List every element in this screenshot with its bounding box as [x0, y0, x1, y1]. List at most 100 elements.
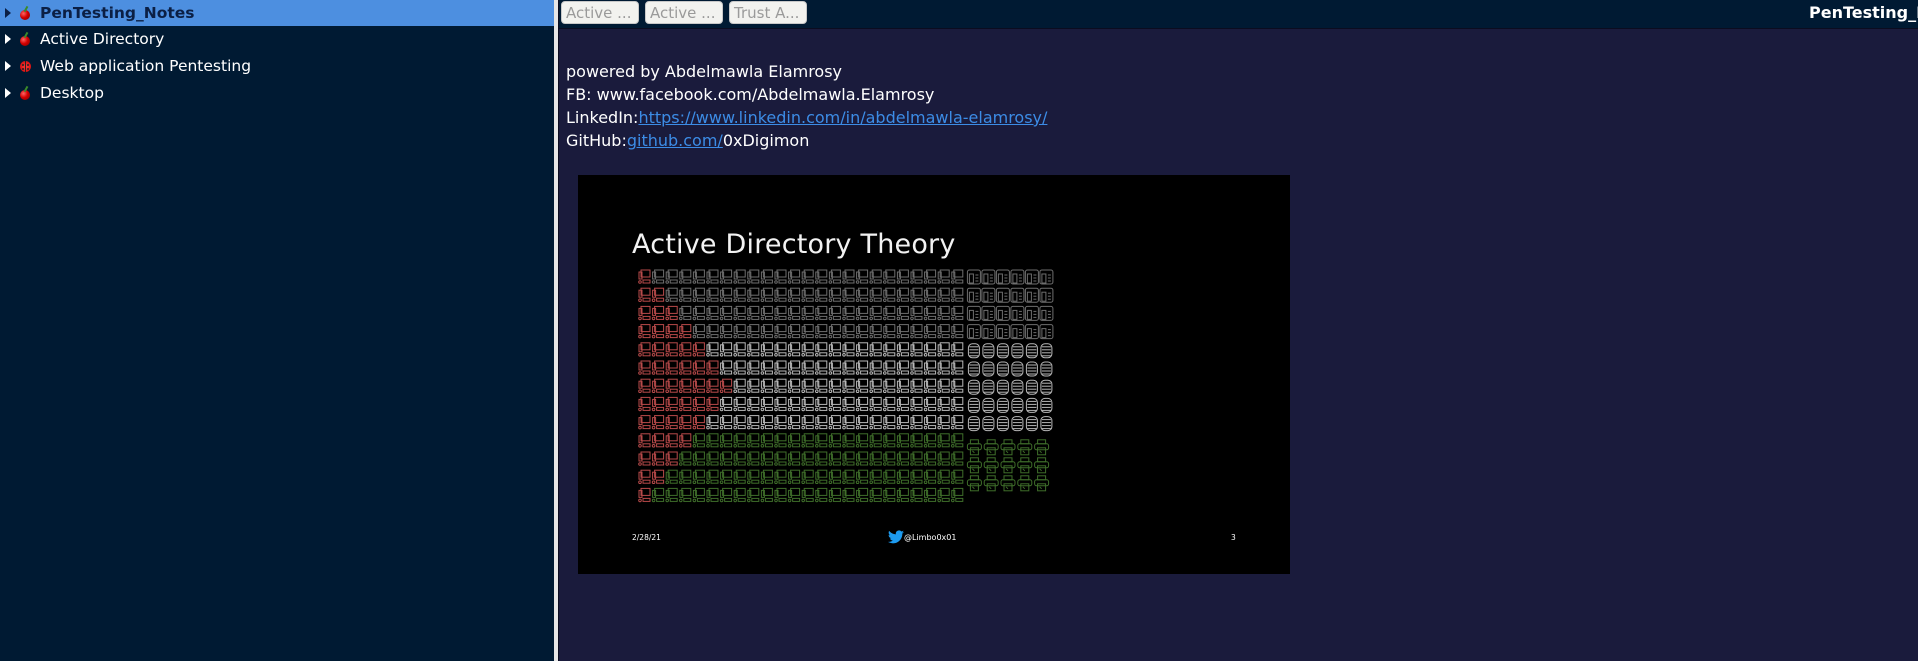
compromised-computer-icon: [651, 469, 665, 485]
tab-trust[interactable]: Trust A...: [729, 1, 807, 24]
computer-icon: [692, 269, 705, 284]
expand-arrow-icon[interactable]: [5, 88, 11, 98]
compromised-computer-icon: [638, 324, 651, 339]
computer-icon: [855, 360, 869, 375]
compromised-computer-icon: [706, 378, 719, 393]
computer-icon: [815, 305, 828, 321]
computer-icon: [896, 433, 909, 448]
computer-icon: [747, 451, 760, 466]
computer-icon: [937, 487, 950, 503]
expand-arrow-icon[interactable]: [5, 34, 11, 44]
computer-icon: [869, 360, 882, 375]
slide-page-number: 3: [1231, 533, 1236, 542]
tab-active-2[interactable]: Active ...: [645, 1, 723, 24]
linkedin-line: LinkedIn:https://www.linkedin.com/in/abd…: [566, 106, 1047, 129]
computer-icon: [665, 487, 678, 503]
linkedin-link[interactable]: https://www.linkedin.com/in/abdelmawla-e…: [638, 108, 1047, 127]
server-icon: [966, 287, 981, 303]
tree-item-pentesting-notes[interactable]: PenTesting_Notes: [0, 0, 554, 26]
printer-icon: [1000, 475, 1016, 492]
computer-icon: [896, 378, 909, 393]
server-icon: [1039, 269, 1054, 285]
database-icon: [996, 343, 1009, 359]
database-icon: [967, 343, 980, 359]
compromised-computer-icon: [679, 415, 692, 430]
computer-icon: [951, 469, 964, 485]
computer-icon: [883, 378, 896, 393]
computer-icon: [842, 342, 855, 357]
compromised-computer-icon: [651, 324, 665, 339]
computer-icon: [910, 378, 923, 393]
computer-icon: [937, 433, 950, 448]
computer-icon: [855, 469, 869, 485]
server-icon: [981, 287, 996, 303]
tree-item-web-application-pentesting[interactable]: Web application Pentesting: [0, 53, 554, 79]
computer-icon: [828, 396, 841, 412]
computer-icon: [706, 269, 719, 284]
compromised-computer-icon: [638, 287, 651, 302]
computer-icon: [801, 415, 814, 430]
computer-icon: [774, 269, 787, 284]
compromised-computer-icon: [638, 396, 651, 412]
server-icon: [1010, 269, 1025, 285]
computer-icon: [760, 396, 773, 412]
computer-icon: [815, 487, 828, 503]
database-icon: [1025, 343, 1038, 359]
database-icon: [1040, 379, 1053, 395]
ladybug-icon: [19, 59, 33, 73]
server-icon: [966, 324, 981, 340]
server-icon: [1010, 324, 1025, 340]
printer-icon: [966, 439, 982, 456]
computer-icon: [760, 378, 773, 393]
computer-icon: [774, 396, 787, 412]
compromised-computer-icon: [651, 396, 665, 412]
expand-arrow-icon[interactable]: [5, 8, 11, 18]
computer-icon: [801, 305, 814, 321]
compromised-computer-icon: [638, 487, 651, 503]
compromised-computer-icon: [706, 396, 719, 412]
tree-item-active-directory[interactable]: Active Directory: [0, 26, 554, 52]
computer-icon: [815, 469, 828, 485]
computer-icon: [733, 469, 746, 485]
computer-icon: [815, 269, 828, 284]
computer-icon: [719, 269, 733, 284]
compromised-computer-icon: [638, 305, 651, 321]
computer-icon: [747, 305, 760, 321]
computer-icon: [937, 269, 950, 284]
server-icon: [1024, 269, 1039, 285]
compromised-computer-icon: [651, 415, 665, 430]
computer-icon: [842, 360, 855, 375]
expand-arrow-icon[interactable]: [5, 61, 11, 71]
computer-icon: [937, 451, 950, 466]
computer-icon: [869, 451, 882, 466]
printer-icon: [983, 439, 999, 456]
printer-icon: [1034, 457, 1050, 474]
database-icon: [967, 397, 980, 413]
github-link[interactable]: github.com/: [627, 131, 723, 150]
computer-icon: [733, 342, 746, 357]
computer-icon: [747, 269, 760, 284]
computer-icon: [855, 433, 869, 448]
computer-icon: [815, 415, 828, 430]
computer-icon: [706, 287, 719, 302]
pane-splitter-edge: [558, 0, 559, 661]
computer-icon: [733, 324, 746, 339]
server-icon: [995, 324, 1010, 340]
computer-icon: [760, 360, 773, 375]
computer-icon: [828, 433, 841, 448]
compromised-computer-icon: [638, 269, 651, 284]
computer-icon: [692, 324, 705, 339]
computer-icon: [828, 469, 841, 485]
tab-active-1[interactable]: Active ...: [561, 1, 639, 24]
computer-icon: [910, 324, 923, 339]
computer-icon: [787, 487, 801, 503]
computer-icon: [883, 360, 896, 375]
compromised-computer-icon: [665, 451, 678, 466]
computer-icon: [896, 469, 909, 485]
credit-line: powered by Abdelmawla Elamrosy: [566, 62, 843, 81]
computer-icon: [896, 396, 909, 412]
computer-icon: [733, 451, 746, 466]
tree-item-desktop[interactable]: Desktop: [0, 80, 554, 106]
computer-icon: [842, 487, 855, 503]
computer-icon: [760, 269, 773, 284]
